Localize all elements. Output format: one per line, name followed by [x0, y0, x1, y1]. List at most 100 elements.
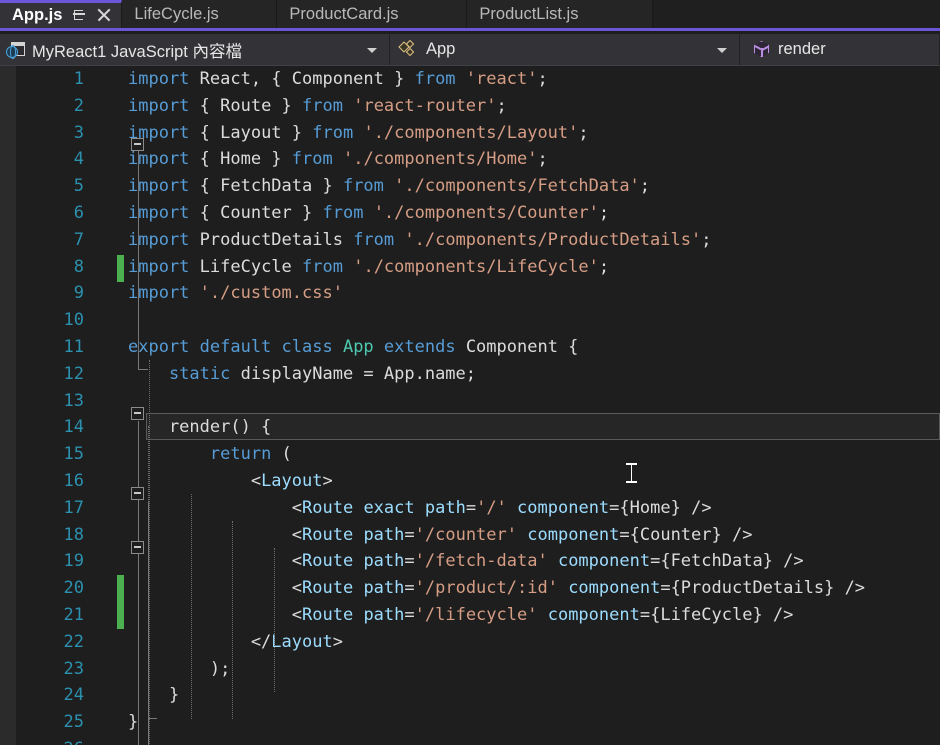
- code-token: ;: [537, 149, 548, 170]
- code-line[interactable]: return (: [128, 441, 940, 468]
- code-token: component: [557, 551, 651, 572]
- code-line[interactable]: import { FetchData } from './components/…: [128, 173, 940, 200]
- code-token: =: [660, 578, 671, 599]
- code-token: ;: [598, 256, 610, 277]
- code-line[interactable]: import { Counter } from './components/Co…: [128, 200, 940, 227]
- code-line[interactable]: }: [128, 682, 940, 709]
- code-token: {FetchData}: [660, 551, 773, 572]
- pin-icon[interactable]: [73, 8, 86, 23]
- tab-app-js[interactable]: App.js: [0, 0, 123, 28]
- line-number: 8: [73, 256, 84, 277]
- line-number: 9: [73, 283, 84, 304]
- code-line[interactable]: [128, 736, 940, 745]
- code-line[interactable]: import './custom.css': [128, 280, 940, 307]
- code-line[interactable]: <Route path='/lifecycle' component={Life…: [128, 602, 940, 629]
- member-dropdown-label: render: [778, 40, 826, 58]
- chevron-down-icon[interactable]: [717, 47, 727, 53]
- code-line[interactable]: <Route path='/counter' component={Counte…: [128, 522, 940, 549]
- code-token: >: [322, 470, 333, 491]
- tab-productlist-js[interactable]: ProductList.js: [467, 0, 654, 28]
- code-line[interactable]: <Route path='/product/:id' component={Pr…: [128, 575, 940, 602]
- code-token: '/product/:id': [414, 578, 558, 599]
- code-line[interactable]: import React, { Component } from 'react'…: [128, 66, 940, 93]
- code-token: {Counter}: [629, 524, 722, 545]
- class-icon: [398, 39, 420, 59]
- line-number: 10: [63, 310, 84, 331]
- code-token: component: [527, 524, 620, 545]
- code-line[interactable]: );: [128, 656, 940, 683]
- code-text-area[interactable]: import React, { Component } from 'react'…: [128, 66, 940, 745]
- code-line[interactable]: [128, 388, 940, 415]
- code-token: 'react': [465, 69, 538, 89]
- chevron-down-icon[interactable]: [367, 47, 377, 53]
- indent-guide: [191, 494, 192, 719]
- change-bar: [117, 255, 124, 282]
- code-line[interactable]: static displayName = App.name;: [128, 361, 940, 388]
- code-line[interactable]: <Route exact path='/' component={Home} /…: [128, 495, 940, 522]
- close-icon[interactable]: [97, 8, 111, 24]
- collapse-toggle-line-16[interactable]: [131, 541, 144, 554]
- code-line[interactable]: import { Route } from 'react-router';: [128, 93, 940, 120]
- code-line[interactable]: <Layout>: [128, 468, 940, 495]
- code-token: component: [547, 604, 640, 625]
- code-line[interactable]: }: [128, 709, 940, 736]
- tab-productcard-js[interactable]: ProductCard.js: [277, 0, 468, 28]
- code-token: './components/Layout': [363, 122, 579, 143]
- code-editor-surface[interactable]: 1 2 3 4 5 6 7 8 9 10 11 12 13 14 15 16 17 18 19 20 21 22 23 24 2…: [0, 66, 940, 745]
- line-number: 25: [63, 712, 84, 733]
- line-number: 26: [0, 736, 92, 745]
- line-number: 13: [63, 390, 84, 411]
- type-dropdown[interactable]: App: [390, 34, 740, 65]
- code-line[interactable]: export default class App extends Compone…: [128, 334, 940, 361]
- collapse-toggle-line-14[interactable]: [131, 487, 144, 500]
- code-token: ;: [701, 229, 712, 250]
- code-line[interactable]: </Layout>: [128, 629, 940, 656]
- code-token: './components/LifeCycle': [353, 256, 599, 277]
- line-number: 4: [73, 149, 84, 170]
- code-line[interactable]: import ProductDetails from './components…: [128, 227, 940, 254]
- code-token: );: [128, 658, 231, 679]
- code-token: }: [128, 712, 139, 733]
- line-number: 20: [63, 578, 84, 599]
- code-token: ;: [598, 202, 610, 223]
- code-token: Layout: [271, 631, 333, 652]
- code-line[interactable]: <Route path='/fetch-data' component={Fet…: [128, 548, 940, 575]
- code-token: />: [762, 604, 794, 625]
- code-token: LifeCycle: [189, 256, 303, 277]
- code-token: component: [517, 497, 610, 518]
- code-line[interactable]: import { Home } from './components/Home'…: [128, 146, 940, 173]
- code-token: =: [404, 604, 415, 625]
- collapse-toggle-line-1[interactable]: [131, 138, 144, 151]
- code-line[interactable]: render() {: [128, 414, 940, 441]
- tab-lifecycle-js[interactable]: LifeCycle.js: [122, 0, 278, 28]
- member-dropdown[interactable]: render: [740, 34, 940, 65]
- project-dropdown[interactable]: MyReact1 JavaScript 內容檔: [0, 34, 390, 65]
- code-line[interactable]: [128, 307, 940, 334]
- code-token: />: [834, 578, 866, 599]
- code-token: />: [721, 524, 753, 545]
- code-token: from: [342, 176, 384, 197]
- code-line[interactable]: import LifeCycle from './components/Life…: [128, 254, 940, 281]
- code-token: =: [650, 551, 661, 572]
- code-token: './custom.css': [199, 283, 343, 304]
- code-token: {Home}: [619, 497, 681, 518]
- editor-tab-bar: App.js LifeCycle.js ProductCard.js Produ…: [0, 0, 940, 31]
- collapse-toggle-line-11[interactable]: [131, 407, 144, 420]
- method-cube-icon: [752, 40, 772, 59]
- code-line[interactable]: import { Layout } from './components/Lay…: [128, 120, 940, 147]
- line-number: 22: [63, 631, 84, 652]
- code-token: '/counter': [414, 524, 517, 545]
- code-token: <: [128, 497, 302, 518]
